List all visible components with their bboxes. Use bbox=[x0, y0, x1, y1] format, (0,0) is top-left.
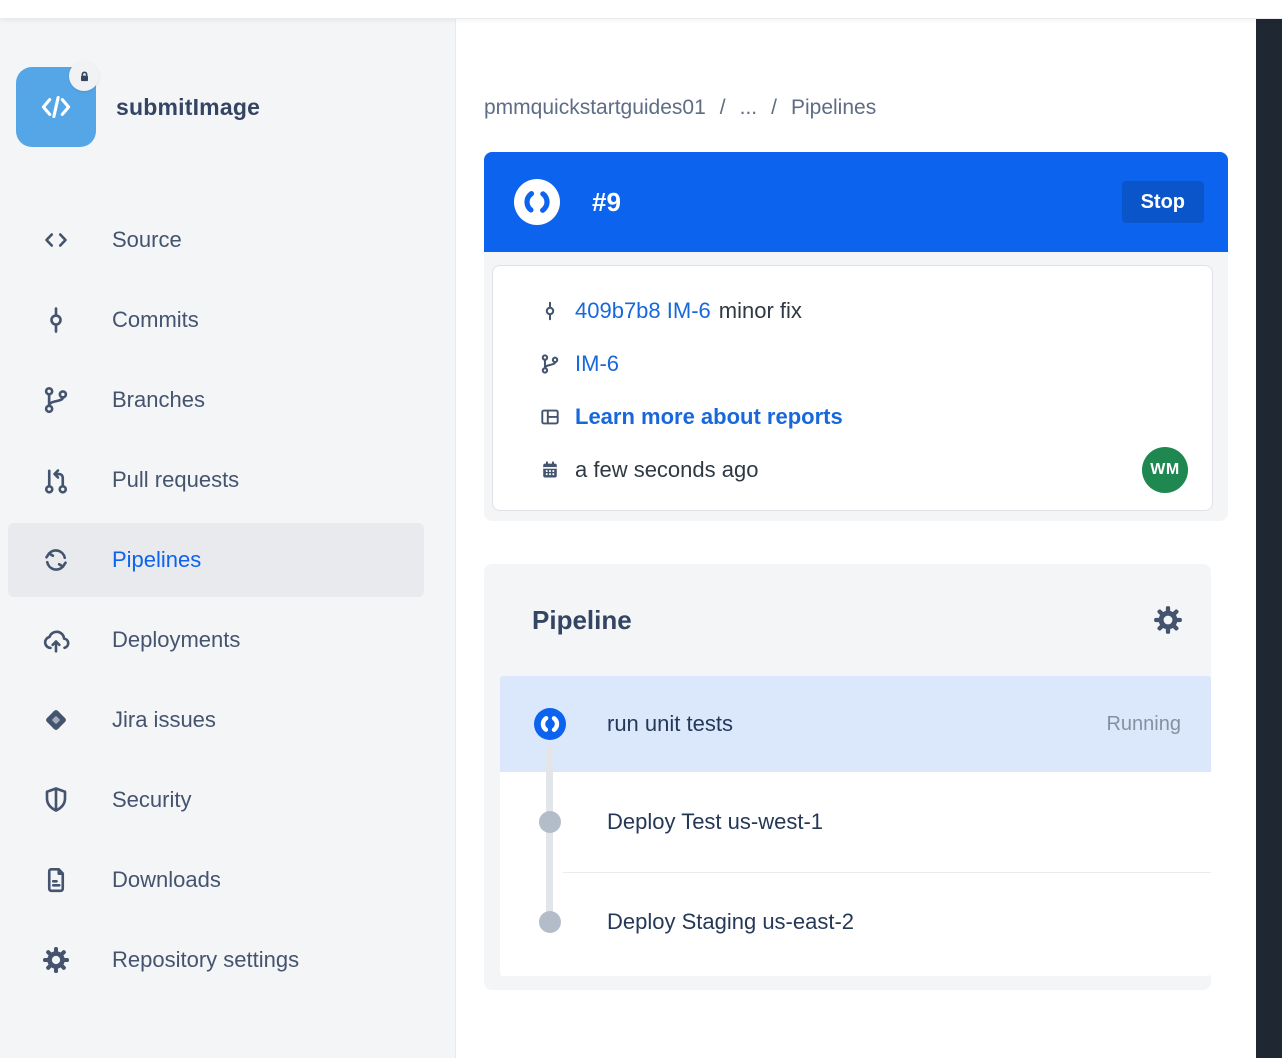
repo-title: submitImage bbox=[116, 94, 260, 121]
code-icon bbox=[40, 224, 72, 256]
step-pending-dot-icon bbox=[534, 911, 566, 933]
pipeline-run-summary: #9 Stop 409b7b8 IM-6 minor fix IM-6 bbox=[484, 152, 1228, 521]
sidebar-item-security[interactable]: Security bbox=[0, 760, 456, 840]
pipeline-settings-button[interactable] bbox=[1152, 604, 1184, 636]
sidebar-item-source[interactable]: Source bbox=[0, 200, 456, 280]
pipeline-run-header: #9 Stop bbox=[484, 152, 1228, 252]
pipeline-step-row[interactable]: Deploy Staging us-east-2 bbox=[500, 872, 1211, 972]
pipeline-panel-title: Pipeline bbox=[532, 605, 632, 636]
step-status-text: Running bbox=[1106, 713, 1181, 736]
right-dark-rail bbox=[1256, 19, 1282, 1058]
branch-icon bbox=[537, 353, 563, 375]
pipeline-panel-header: Pipeline bbox=[484, 564, 1211, 636]
breadcrumb-separator: / bbox=[720, 96, 726, 120]
pipeline-step-row[interactable]: run unit tests Running bbox=[500, 676, 1211, 772]
sidebar-item-deployments[interactable]: Deployments bbox=[0, 600, 456, 680]
gear-icon bbox=[1152, 604, 1184, 636]
sidebar-item-label: Source bbox=[112, 227, 182, 253]
main-content: pmmquickstartguides01 / ... / Pipelines … bbox=[457, 19, 1256, 1058]
repo-header-link[interactable]: submitImage bbox=[16, 67, 260, 147]
commit-hash-link[interactable]: 409b7b8 IM-6 bbox=[575, 298, 711, 324]
sidebar-item-label: Security bbox=[112, 787, 191, 813]
breadcrumb: pmmquickstartguides01 / ... / Pipelines bbox=[484, 96, 876, 120]
commit-message: minor fix bbox=[719, 298, 802, 324]
pipeline-run-body: 409b7b8 IM-6 minor fix IM-6 Learn more a… bbox=[484, 252, 1228, 521]
breadcrumb-current-page: Pipelines bbox=[791, 96, 876, 120]
sidebar-item-label: Downloads bbox=[112, 867, 221, 893]
sidebar-item-jira-issues[interactable]: Jira issues bbox=[0, 680, 456, 760]
sidebar-item-label: Jira issues bbox=[112, 707, 216, 733]
pipeline-steps-list: run unit tests Running Deploy Test us-we… bbox=[500, 676, 1211, 976]
pipeline-panel: Pipeline run unit tests Running Deploy T… bbox=[484, 564, 1211, 990]
step-running-spinner-icon bbox=[534, 708, 566, 740]
step-label: Deploy Staging us-east-2 bbox=[607, 909, 854, 935]
sidebar-item-commits[interactable]: Commits bbox=[0, 280, 456, 360]
sidebar-nav: Source Commits Branches Pull requests bbox=[0, 200, 456, 1000]
commit-icon bbox=[40, 304, 72, 336]
run-time: a few seconds ago bbox=[575, 457, 758, 483]
branch-row: IM-6 bbox=[537, 337, 1188, 390]
sidebar-item-label: Pull requests bbox=[112, 467, 239, 493]
sidebar-item-label: Deployments bbox=[112, 627, 240, 653]
top-divider-bar bbox=[0, 0, 1282, 19]
shield-icon bbox=[40, 784, 72, 816]
branch-icon bbox=[40, 384, 72, 416]
sidebar-item-pull-requests[interactable]: Pull requests bbox=[0, 440, 456, 520]
step-label: Deploy Test us-west-1 bbox=[607, 809, 823, 835]
pipeline-step-row[interactable]: Deploy Test us-west-1 bbox=[500, 772, 1211, 872]
document-icon bbox=[40, 864, 72, 896]
branch-link[interactable]: IM-6 bbox=[575, 351, 619, 377]
gear-icon bbox=[40, 944, 72, 976]
sidebar-item-branches[interactable]: Branches bbox=[0, 360, 456, 440]
pipeline-run-number: #9 bbox=[592, 187, 621, 218]
sidebar-item-label: Repository settings bbox=[112, 947, 299, 973]
reports-row: Learn more about reports bbox=[537, 390, 1188, 443]
commit-row: 409b7b8 IM-6 minor fix bbox=[537, 284, 1188, 337]
report-layout-icon bbox=[537, 406, 563, 428]
pull-request-icon bbox=[40, 464, 72, 496]
breadcrumb-ellipsis-button[interactable]: ... bbox=[740, 96, 758, 120]
step-pending-dot-icon bbox=[534, 811, 566, 833]
sidebar-item-label: Branches bbox=[112, 387, 205, 413]
learn-more-reports-link[interactable]: Learn more about reports bbox=[575, 404, 843, 430]
calendar-icon bbox=[537, 459, 563, 481]
sidebar-item-pipelines[interactable]: Pipelines bbox=[8, 523, 424, 597]
sidebar-item-label: Pipelines bbox=[112, 547, 201, 573]
jira-icon bbox=[40, 704, 72, 736]
sidebar-item-downloads[interactable]: Downloads bbox=[0, 840, 456, 920]
in-progress-spinner-icon bbox=[514, 179, 560, 225]
commit-icon bbox=[537, 300, 563, 322]
breadcrumb-separator: / bbox=[771, 96, 777, 120]
author-avatar[interactable]: WM bbox=[1142, 447, 1188, 493]
step-divider bbox=[563, 872, 1211, 873]
step-label: run unit tests bbox=[607, 711, 733, 737]
sidebar: submitImage Source Commits Branches bbox=[0, 19, 456, 1058]
pipelines-icon bbox=[40, 544, 72, 576]
commit-info-card: 409b7b8 IM-6 minor fix IM-6 Learn more a… bbox=[492, 265, 1213, 511]
sidebar-item-label: Commits bbox=[112, 307, 199, 333]
time-row: a few seconds ago WM bbox=[537, 443, 1188, 496]
stop-button[interactable]: Stop bbox=[1122, 181, 1204, 223]
code-icon bbox=[35, 86, 77, 128]
sidebar-item-repository-settings[interactable]: Repository settings bbox=[0, 920, 456, 1000]
private-repo-badge bbox=[69, 61, 99, 91]
lock-icon bbox=[77, 69, 92, 84]
breadcrumb-repo-link[interactable]: pmmquickstartguides01 bbox=[484, 96, 706, 120]
cloud-upload-icon bbox=[40, 624, 72, 656]
